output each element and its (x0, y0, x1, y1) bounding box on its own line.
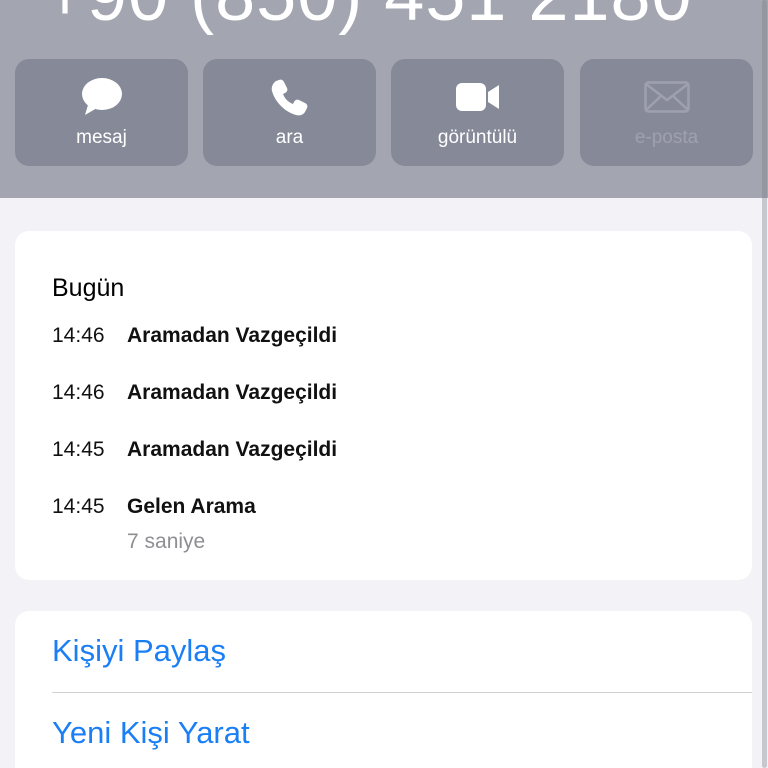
call-time: 14:46 (52, 324, 105, 347)
message-button[interactable]: mesaj (15, 59, 188, 166)
call-time: 14:45 (52, 438, 105, 461)
call-duration: 7 saniye (127, 530, 206, 553)
call-time: 14:45 (52, 495, 105, 518)
divider (52, 692, 752, 693)
contact-detail-screen: +90 (850) 451 2180 mesaj ara (0, 0, 768, 768)
contact-header: +90 (850) 451 2180 mesaj ara (0, 0, 768, 198)
phone-icon (203, 77, 376, 117)
video-call-button[interactable]: görüntülü (391, 59, 564, 166)
message-button-label: mesaj (76, 127, 127, 148)
call-time: 14:46 (52, 381, 105, 404)
call-button-label: ara (275, 127, 304, 148)
contact-actions-card: Kişiyi Paylaş Yeni Kişi Yarat (15, 611, 752, 768)
message-bubble-icon (15, 77, 188, 117)
call-type: Gelen Arama (127, 495, 256, 518)
email-button-label: e-posta (634, 127, 699, 148)
email-button: e-posta (580, 59, 753, 166)
history-date-heading: Bugün (52, 274, 125, 302)
video-call-button-label: görüntülü (437, 127, 518, 148)
envelope-icon (580, 77, 753, 117)
video-camera-icon (391, 77, 564, 117)
create-new-contact-link[interactable]: Yeni Kişi Yarat (52, 715, 250, 751)
call-type: Aramadan Vazgeçildi (127, 381, 338, 404)
call-history-card: Bugün 14:46 Aramadan Vazgeçildi 14:46 Ar… (15, 231, 752, 580)
call-type: Aramadan Vazgeçildi (127, 438, 338, 461)
share-contact-link[interactable]: Kişiyi Paylaş (52, 633, 226, 669)
phone-number[interactable]: +90 (850) 451 2180 (44, 0, 693, 32)
call-type: Aramadan Vazgeçildi (127, 324, 338, 347)
call-button[interactable]: ara (203, 59, 376, 166)
scrollbar[interactable] (762, 0, 767, 768)
